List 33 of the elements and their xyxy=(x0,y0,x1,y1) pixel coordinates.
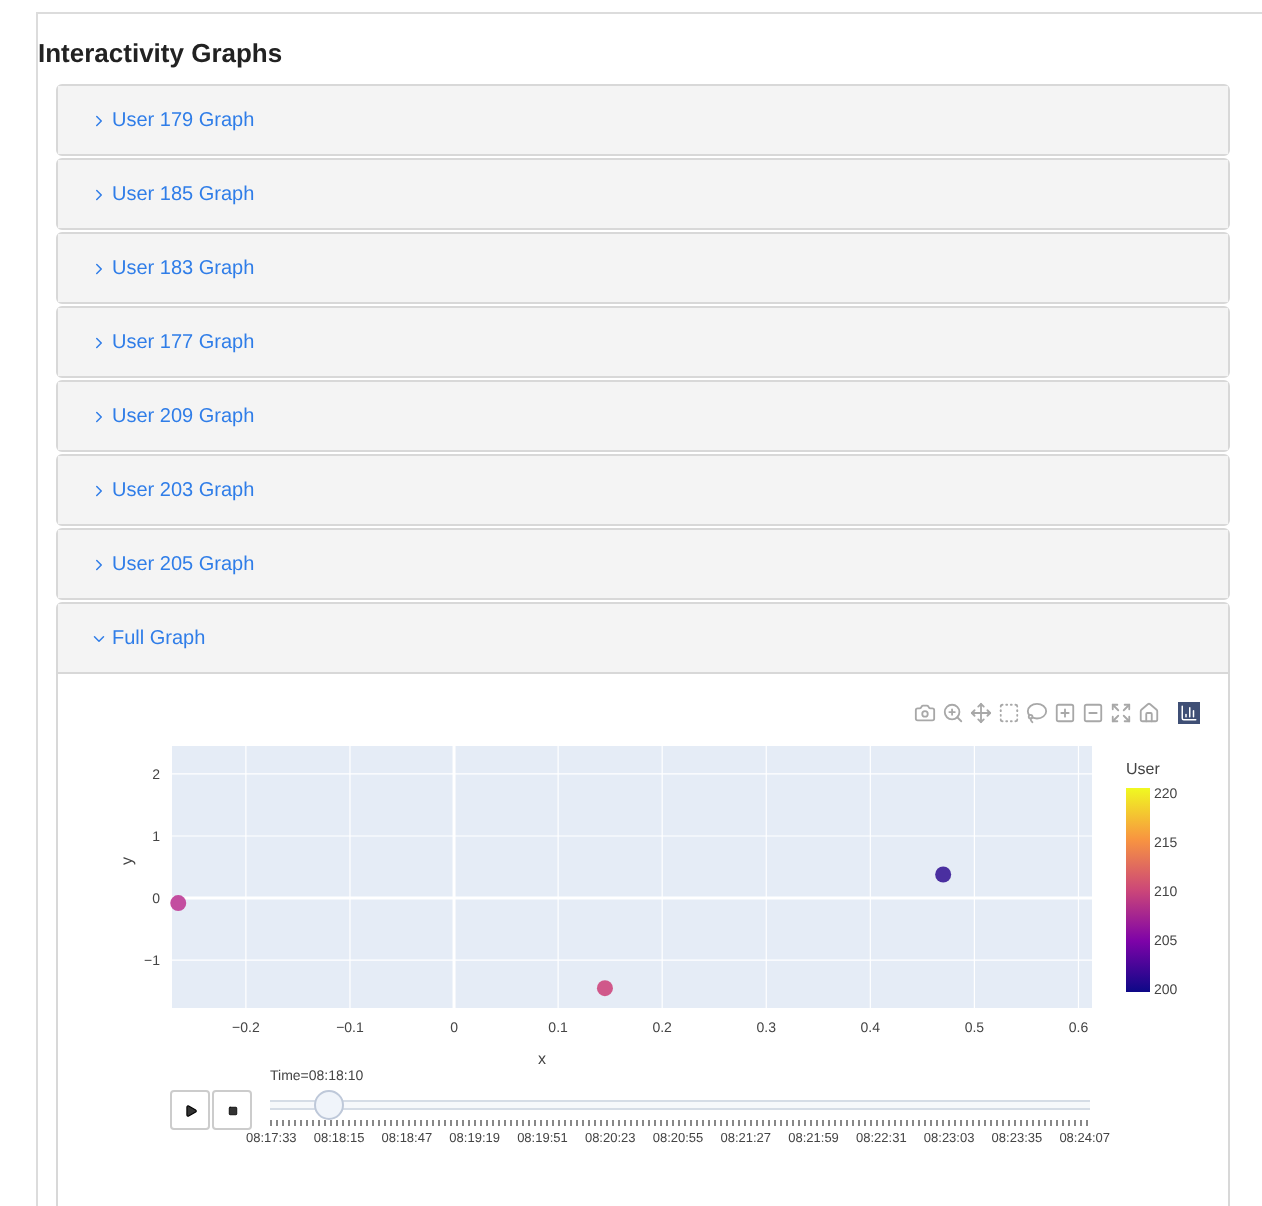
colorbar-title: User xyxy=(1126,760,1160,778)
lasso-icon[interactable] xyxy=(1026,702,1048,724)
play-icon xyxy=(183,1103,197,1117)
home-icon[interactable] xyxy=(1138,702,1160,724)
box-select-icon[interactable] xyxy=(998,702,1020,724)
zoom-icon[interactable] xyxy=(942,702,964,724)
zoom-out-icon[interactable] xyxy=(1082,702,1104,724)
camera-icon[interactable] xyxy=(914,702,936,724)
accordion-header[interactable]: User 179 Graph xyxy=(58,86,1228,154)
y-axis-title: y xyxy=(118,857,136,865)
chevron-right-icon xyxy=(90,333,108,351)
autoscale-icon[interactable] xyxy=(1110,702,1132,724)
play-button[interactable] xyxy=(170,1090,210,1130)
zoom-in-icon[interactable] xyxy=(1054,702,1076,724)
slider-thumb[interactable] xyxy=(313,1090,344,1120)
x-axis-title: x xyxy=(538,1050,546,1068)
stop-button[interactable] xyxy=(212,1090,252,1130)
chevron-right-icon xyxy=(90,555,108,573)
move-icon[interactable] xyxy=(970,702,992,724)
accordion-header[interactable]: User 209 Graph xyxy=(58,382,1228,450)
logo-icon[interactable] xyxy=(1178,702,1200,724)
chevron-right-icon xyxy=(90,407,108,425)
section-title: Interactivity Graphs xyxy=(38,38,285,68)
chevron-right-icon xyxy=(90,185,108,203)
accordion-header[interactable]: User 185 Graph xyxy=(58,160,1228,228)
chevron-right-icon xyxy=(90,481,108,499)
accordion-header[interactable]: User 203 Graph xyxy=(58,456,1228,524)
accordion-header[interactable]: User 183 Graph xyxy=(58,234,1228,302)
stop-icon xyxy=(227,1105,237,1115)
accordion-header[interactable]: User 177 Graph xyxy=(58,308,1228,376)
accordion-header[interactable]: User 205 Graph xyxy=(58,530,1228,598)
chevron-right-icon xyxy=(90,259,108,277)
chevron-right-icon xyxy=(90,111,108,129)
